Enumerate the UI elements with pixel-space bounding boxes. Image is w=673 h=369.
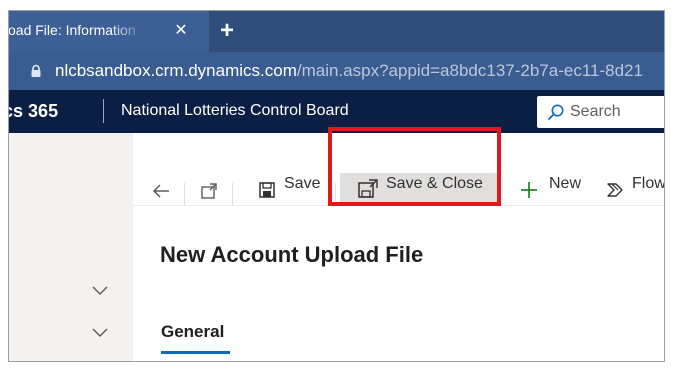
page-title: New Account Upload File xyxy=(160,242,424,267)
flow-label: Flow xyxy=(632,175,665,192)
browser-tab[interactable]: Upload File: Information ✕ xyxy=(9,11,209,52)
org-name: National Lotteries Control Board xyxy=(121,102,349,119)
left-nav xyxy=(9,133,133,361)
active-tab-indicator xyxy=(161,351,230,354)
new-label: New xyxy=(549,175,582,192)
lock-icon xyxy=(31,64,41,77)
plus-icon xyxy=(521,182,537,198)
url-text[interactable]: nlcbsandbox.crm.dynamics.com/main.aspx?a… xyxy=(55,61,643,81)
tab-general[interactable]: General xyxy=(161,322,224,342)
app-name[interactable]: Dynamics 365 xyxy=(9,101,58,122)
search-input[interactable]: Search xyxy=(537,96,664,128)
open-new-window-icon[interactable] xyxy=(199,181,219,201)
save-label: Save xyxy=(284,175,321,192)
browser-tab-title: Upload File: Information xyxy=(8,22,136,38)
url-path: /main.aspx?appid=a8bdc137-2b7a-ec11-8d21 xyxy=(296,61,643,80)
save-button[interactable]: Save xyxy=(245,133,325,206)
form-body: New Account Upload File General xyxy=(133,206,664,361)
flow-button[interactable]: Flow xyxy=(599,133,665,206)
chevron-down-icon[interactable] xyxy=(91,281,109,299)
highlight-box xyxy=(328,127,501,206)
url-host: nlcbsandbox.crm.dynamics.com xyxy=(55,61,297,80)
back-arrow-icon[interactable] xyxy=(151,181,171,201)
address-bar[interactable]: nlcbsandbox.crm.dynamics.com/main.aspx?a… xyxy=(9,52,664,90)
flow-icon xyxy=(607,183,623,197)
new-button[interactable]: New xyxy=(513,133,585,206)
chevron-down-icon[interactable] xyxy=(91,323,109,341)
header-divider xyxy=(103,99,104,123)
save-disk-icon xyxy=(259,182,275,198)
new-tab-button[interactable]: + xyxy=(213,17,241,45)
close-tab-icon[interactable]: ✕ xyxy=(171,21,191,41)
search-icon xyxy=(548,104,564,120)
browser-tab-strip: Upload File: Information ✕ + xyxy=(9,11,664,52)
search-placeholder: Search xyxy=(570,103,621,120)
